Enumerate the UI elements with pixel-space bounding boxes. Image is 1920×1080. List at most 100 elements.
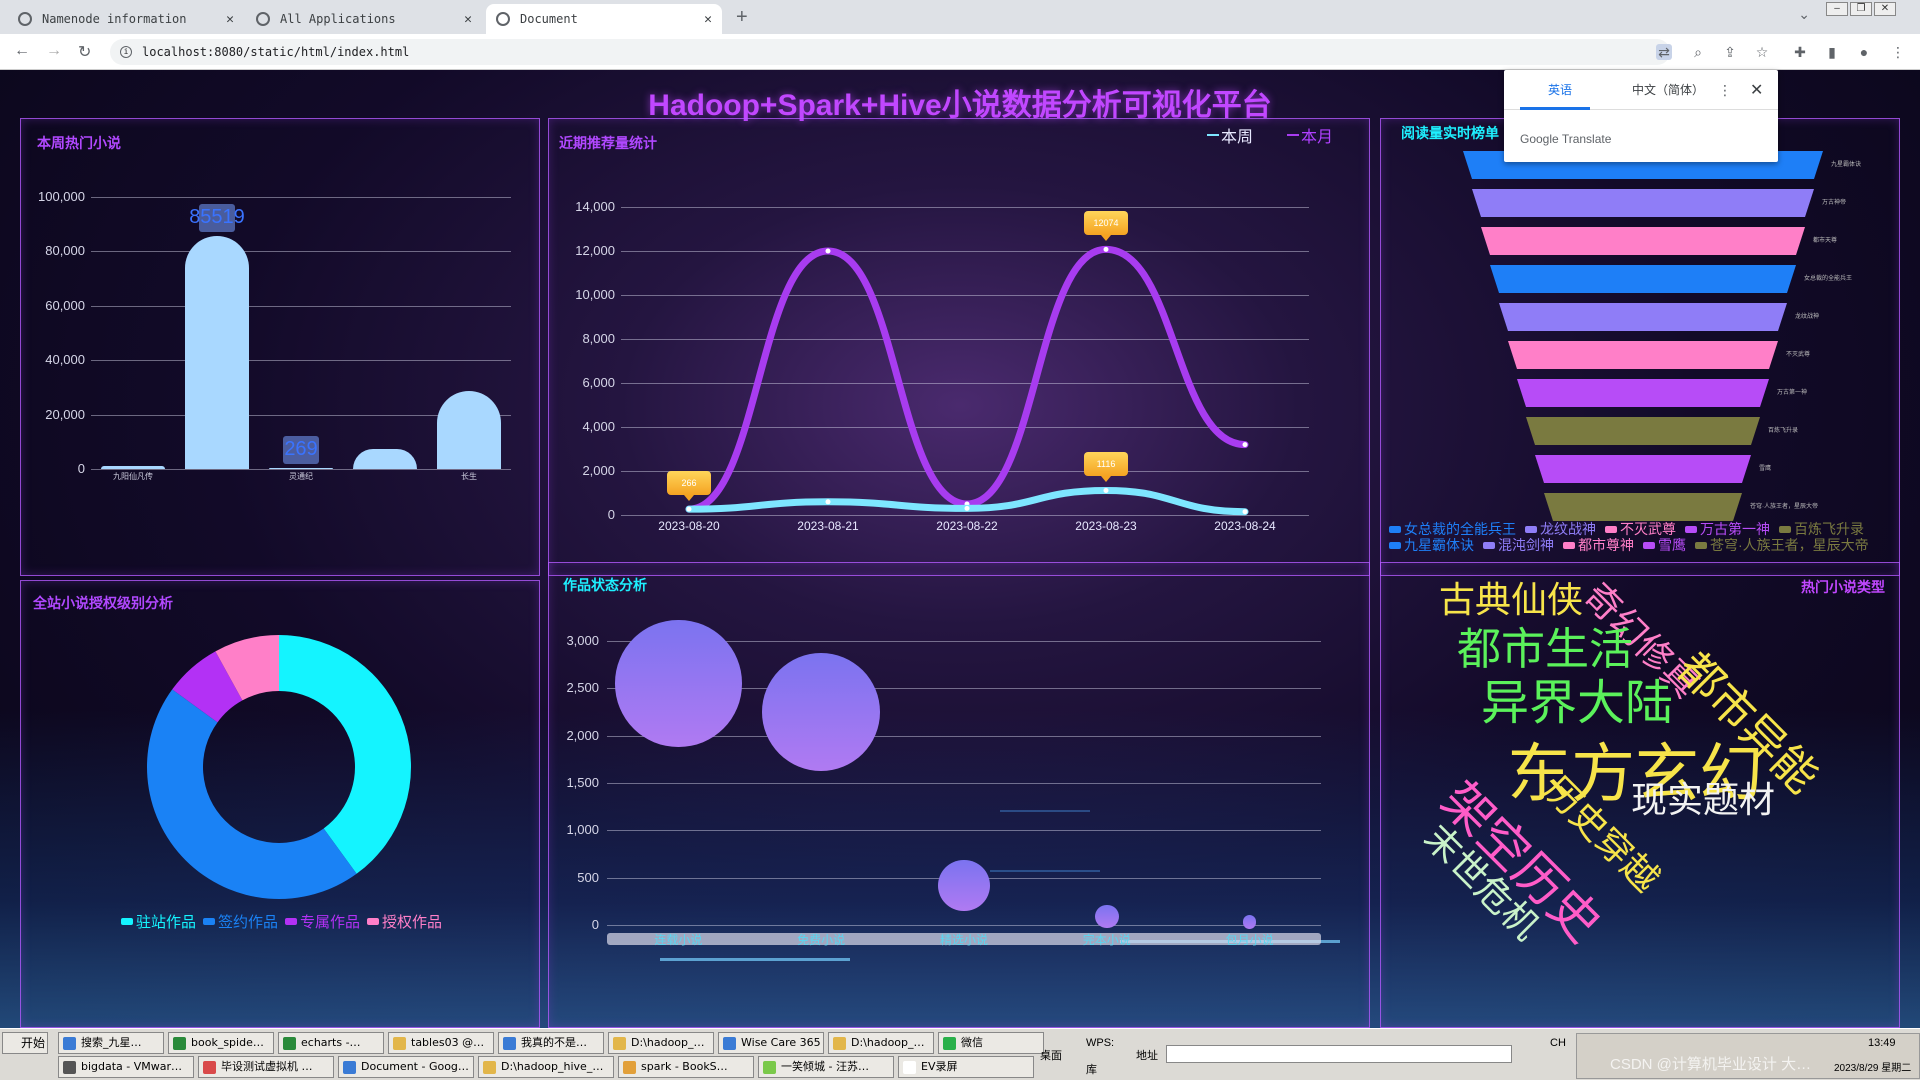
close-tab-icon[interactable]: ✕ <box>464 12 472 27</box>
legend-item[interactable]: 女总裁的全能兵王 <box>1389 519 1516 539</box>
tab-search-icon[interactable]: ⌄ <box>1798 6 1810 23</box>
funnel-segment[interactable] <box>1535 455 1751 483</box>
tab-all-applications[interactable]: All Applications ✕ <box>246 4 482 34</box>
legend-item[interactable]: 龙纹战神 <box>1525 519 1596 539</box>
close-tab-icon[interactable]: ✕ <box>226 12 234 27</box>
lang-target-tab[interactable]: 中文（简体） <box>1632 81 1704 98</box>
funnel-segment[interactable] <box>1544 493 1742 521</box>
bubble-point[interactable] <box>1094 904 1119 929</box>
taskbar-item[interactable]: echarts -… <box>278 1032 384 1054</box>
x-tick-label: 九阳仙凡传 <box>113 472 153 481</box>
bookmark-star-icon[interactable]: ☆ <box>1754 44 1770 60</box>
taskbar-item[interactable]: bigdata - VMwar… <box>58 1056 194 1078</box>
funnel-segment[interactable] <box>1490 265 1796 293</box>
legend-item[interactable]: 九星霸体诀 <box>1389 538 1474 552</box>
menu-icon[interactable]: ⋮ <box>1890 44 1906 60</box>
taskbar-item[interactable]: tables03 @… <box>388 1032 494 1054</box>
x-tick-label: 完本小说 <box>1082 933 1131 947</box>
bubble-point[interactable] <box>938 859 990 911</box>
profile-icon[interactable]: ● <box>1856 44 1872 60</box>
legend-item[interactable]: 雪鹰 <box>1643 538 1686 552</box>
app-icon <box>63 1061 76 1074</box>
bar[interactable] <box>353 448 417 469</box>
app-icon <box>613 1037 626 1050</box>
ime-indicator[interactable]: CH <box>1550 1037 1566 1049</box>
share-icon[interactable]: ⇪ <box>1722 44 1738 60</box>
translate-popup: 英语 中文（简体） ⋮ ✕ Google Translate <box>1504 70 1778 162</box>
info-icon[interactable]: i <box>120 46 132 58</box>
tab-document[interactable]: Document ✕ <box>486 4 722 34</box>
taskbar-item[interactable]: D:\hadoop_hive_… <box>478 1056 614 1078</box>
legend-item[interactable]: 不灭武尊 <box>1605 519 1676 539</box>
legend-item[interactable]: 苍穹·人族王者，星辰大帝 <box>1695 538 1869 552</box>
legend-item[interactable]: 百炼飞升录 <box>1779 519 1864 539</box>
taskbar-item[interactable]: spark - BookS… <box>618 1056 754 1078</box>
tooltip-label: 266 <box>667 471 711 502</box>
bar[interactable] <box>269 468 333 469</box>
y-tick-label: 1,000 <box>566 822 599 838</box>
tab-underline <box>1520 107 1590 110</box>
zoom-icon[interactable]: ⌕ <box>1690 44 1706 60</box>
app-icon <box>173 1037 186 1050</box>
funnel-segment[interactable] <box>1517 379 1769 407</box>
new-tab-icon[interactable]: + <box>736 6 748 29</box>
taskbar-item[interactable]: 搜索_九星… <box>58 1032 164 1054</box>
tab-namenode[interactable]: Namenode information ✕ <box>8 4 244 34</box>
lang-source-tab[interactable]: 英语 <box>1548 81 1572 98</box>
watermark: CSDN @计算机毕业设计 大… <box>1610 1056 1812 1073</box>
translate-icon[interactable]: ⇄ <box>1656 44 1672 60</box>
clock-time[interactable]: 13:49 <box>1868 1037 1896 1049</box>
legend-item[interactable]: 授权作品 <box>367 911 442 932</box>
legend-item[interactable]: 签约作品 <box>203 911 278 932</box>
reload-icon[interactable]: ↻ <box>78 42 91 62</box>
legend-item[interactable]: 万古第一神 <box>1685 519 1770 539</box>
bar[interactable] <box>185 236 249 469</box>
funnel-segment[interactable] <box>1499 303 1787 331</box>
taskbar-address-input[interactable] <box>1166 1045 1512 1063</box>
extensions-icon[interactable]: ✚ <box>1792 44 1808 60</box>
taskbar-item[interactable]: D:\hadoop_… <box>608 1032 714 1054</box>
restore-icon[interactable]: ❐ <box>1850 2 1872 16</box>
tooltip-label: 1116 <box>1084 452 1128 483</box>
funnel-segment[interactable] <box>1508 341 1778 369</box>
wps-label[interactable]: WPS: <box>1086 1037 1114 1049</box>
sidepanel-icon[interactable]: ▮ <box>1824 44 1840 60</box>
taskbar-item[interactable]: D:\hadoop_… <box>828 1032 934 1054</box>
close-icon[interactable]: ✕ <box>1750 80 1763 100</box>
taskbar-item[interactable]: 我真的不是… <box>498 1032 604 1054</box>
clock-date[interactable]: 2023/8/29 星期二 <box>1834 1059 1911 1074</box>
taskbar-item[interactable]: Document - Goog… <box>338 1056 474 1078</box>
legend-item[interactable]: 驻站作品 <box>121 911 196 932</box>
start-button[interactable]: 开始 <box>2 1032 48 1054</box>
x-tick-label: 长生 <box>461 472 477 481</box>
legend-item[interactable]: 专属作品 <box>285 911 360 932</box>
bar[interactable] <box>437 391 501 469</box>
wordcloud-word[interactable]: 现实题材 <box>1631 771 1775 823</box>
funnel-segment[interactable] <box>1481 227 1805 255</box>
desktop-label[interactable]: 桌面 <box>1040 1047 1062 1063</box>
forward-icon[interactable]: → <box>46 42 62 60</box>
taskbar-item[interactable]: Wise Care 365 <box>718 1032 824 1054</box>
back-icon[interactable]: ← <box>14 42 30 60</box>
legend-item[interactable]: 都市尊神 <box>1563 538 1634 552</box>
taskbar-item[interactable]: 毕设测试虚拟机 … <box>198 1056 334 1078</box>
bar[interactable] <box>101 465 165 469</box>
taskbar-item[interactable]: book_spide… <box>168 1032 274 1054</box>
close-tab-icon[interactable]: ✕ <box>704 12 712 27</box>
funnel-segment[interactable] <box>1472 189 1814 217</box>
more-options-icon[interactable]: ⋮ <box>1718 82 1732 99</box>
minimize-icon[interactable]: – <box>1826 2 1848 16</box>
bubble-point[interactable] <box>1242 915 1257 929</box>
funnel-segment[interactable] <box>1526 417 1760 445</box>
library-label[interactable]: 库 <box>1086 1061 1097 1077</box>
bubble-point[interactable] <box>761 652 881 772</box>
legend-swatch <box>367 918 379 925</box>
taskbar-item[interactable]: 微信 <box>938 1032 1044 1054</box>
legend-item[interactable]: 混沌剑神 <box>1483 538 1554 552</box>
close-window-icon[interactable]: ✕ <box>1874 2 1896 16</box>
globe-icon <box>496 12 510 26</box>
bubble-point[interactable] <box>615 620 742 747</box>
taskbar-item[interactable]: 一笑倾城 - 汪苏… <box>758 1056 894 1078</box>
taskbar-item[interactable]: EV录屏 <box>898 1056 1034 1078</box>
url-field[interactable]: i localhost:8080/static/html/index.html <box>110 39 1670 65</box>
